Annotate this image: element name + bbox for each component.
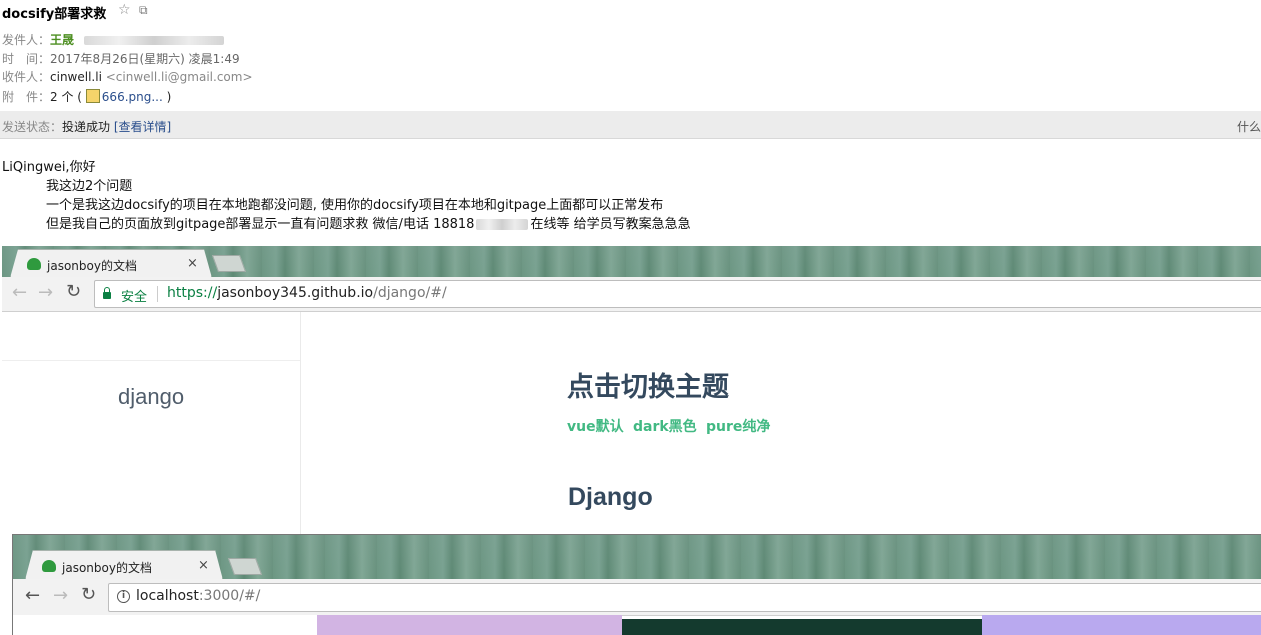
- body-line-2: 一个是我这边docsify的项目在本地跑都没问题, 使用你的docsify项目在…: [46, 198, 664, 213]
- time-label: 时 间：: [2, 52, 51, 66]
- email-subject: docsify部署求救: [2, 7, 107, 22]
- body-line-3: 但是我自己的页面放到gitpage部署显示一直有问题求救 微信/电话 18818…: [46, 213, 691, 232]
- body-line-3b: 在线等 给学员写教案急急急: [530, 217, 691, 232]
- reload-icon[interactable]: ↻: [81, 584, 96, 605]
- url-text: localhost:3000/#/: [136, 588, 260, 604]
- body-line-3a: 但是我自己的页面放到gitpage部署显示一直有问题求救 微信/电话 18818: [46, 217, 475, 232]
- from-row: 发件人：王晟: [2, 31, 224, 48]
- screenshot-github-pages: jasonboy的文档 × ← → ↻ 安全 https://jasonboy3…: [2, 246, 1261, 536]
- docsify-favicon-icon: [42, 560, 56, 572]
- theme-vue-link[interactable]: vue默认: [567, 416, 624, 436]
- close-icon[interactable]: ×: [187, 256, 198, 271]
- docsify-favicon-icon: [27, 258, 41, 270]
- info-icon[interactable]: i: [117, 590, 130, 603]
- redacted-phone: [476, 219, 529, 230]
- address-bar[interactable]: i localhost:3000/#/: [108, 583, 1261, 612]
- tab-title: jasonboy的文档: [62, 561, 152, 575]
- cover-banner-dark: [622, 619, 982, 635]
- attachment-row: 附 件：2 个 ( 666.png... ): [2, 88, 171, 105]
- sidebar-area: [13, 615, 317, 635]
- page-heading: Django: [568, 483, 653, 511]
- forward-icon[interactable]: →: [38, 282, 53, 303]
- recipient-email: <cinwell.li@gmail.com>: [105, 70, 253, 84]
- url-host: jasonboy345.github.io: [217, 285, 374, 301]
- sidebar-app-name[interactable]: django: [118, 384, 184, 410]
- screenshot-localhost: jasonboy的文档 × ← → ↻ i localhost:3000/#/: [12, 534, 1261, 635]
- sidebar-divider: [2, 360, 300, 361]
- browser-toolbar: ← → ↻ i localhost:3000/#/: [13, 579, 1261, 616]
- send-status: 发送状态：投递成功 [查看详情]: [2, 118, 171, 135]
- sender-name[interactable]: 王晟: [50, 33, 74, 47]
- greeting: LiQingwei,你好: [2, 160, 96, 175]
- url-path: :3000/#/: [198, 588, 261, 604]
- reload-icon[interactable]: ↻: [66, 281, 81, 302]
- address-separator: [157, 286, 158, 302]
- time-value: 2017年8月26日(星期六) 凌晨1:49: [50, 52, 240, 66]
- send-status-bar: 发送状态：投递成功 [查看详情] 什么: [0, 111, 1261, 139]
- url-text: https://jasonboy345.github.io/django/#/: [167, 285, 447, 301]
- back-icon[interactable]: ←: [12, 282, 27, 303]
- from-label: 发件人：: [2, 33, 51, 47]
- theme-title: 点击切换主题: [567, 372, 729, 402]
- redacted-email: [83, 36, 224, 45]
- status-detail-link[interactable]: [查看详情]: [114, 120, 171, 134]
- time-row: 时 间：2017年8月26日(星期六) 凌晨1:49: [2, 50, 240, 67]
- new-tab-button[interactable]: [211, 255, 247, 272]
- browser-toolbar: ← → ↻ 安全 https://jasonboy345.github.io/d…: [2, 277, 1261, 312]
- forward-icon[interactable]: →: [53, 585, 68, 606]
- popout-icon[interactable]: ⧉: [139, 3, 148, 18]
- status-right-text: 什么: [1237, 120, 1261, 134]
- to-row: 收件人：cinwell.li <cinwell.li@gmail.com>: [2, 68, 253, 85]
- image-file-icon: [85, 89, 100, 103]
- docs-sidebar: django: [2, 312, 301, 536]
- lock-icon: [103, 287, 111, 299]
- attach-count: 2 个 (: [50, 90, 82, 104]
- tab-title: jasonboy的文档: [47, 259, 137, 273]
- to-label: 收件人：: [2, 70, 51, 84]
- url-scheme: https://: [167, 285, 218, 301]
- recipient-name[interactable]: cinwell.li: [50, 70, 102, 84]
- status-label: 发送状态：: [2, 120, 63, 134]
- cover-banner-right: [982, 615, 1261, 635]
- attach-label: 附 件：: [2, 90, 51, 104]
- attachment-link[interactable]: 666.png...: [102, 90, 163, 104]
- url-path: /django/#/: [373, 285, 447, 301]
- attach-close: ): [166, 90, 172, 104]
- browser-tab[interactable]: jasonboy的文档 ×: [10, 249, 212, 278]
- star-icon[interactable]: ☆: [118, 2, 131, 18]
- close-icon[interactable]: ×: [198, 558, 209, 573]
- status-value: 投递成功: [62, 120, 111, 134]
- url-host: localhost: [136, 588, 199, 604]
- body-line-1: 我这边2个问题: [46, 179, 133, 194]
- address-bar[interactable]: 安全 https://jasonboy345.github.io/django/…: [94, 280, 1261, 308]
- theme-pure-link[interactable]: pure纯净: [706, 416, 770, 436]
- back-icon[interactable]: ←: [25, 585, 40, 606]
- theme-dark-link[interactable]: dark黑色: [633, 416, 697, 436]
- new-tab-button[interactable]: [227, 558, 263, 575]
- secure-label: 安全: [121, 290, 148, 305]
- browser-tab[interactable]: jasonboy的文档 ×: [25, 550, 223, 580]
- cover-banner-left: [317, 615, 622, 635]
